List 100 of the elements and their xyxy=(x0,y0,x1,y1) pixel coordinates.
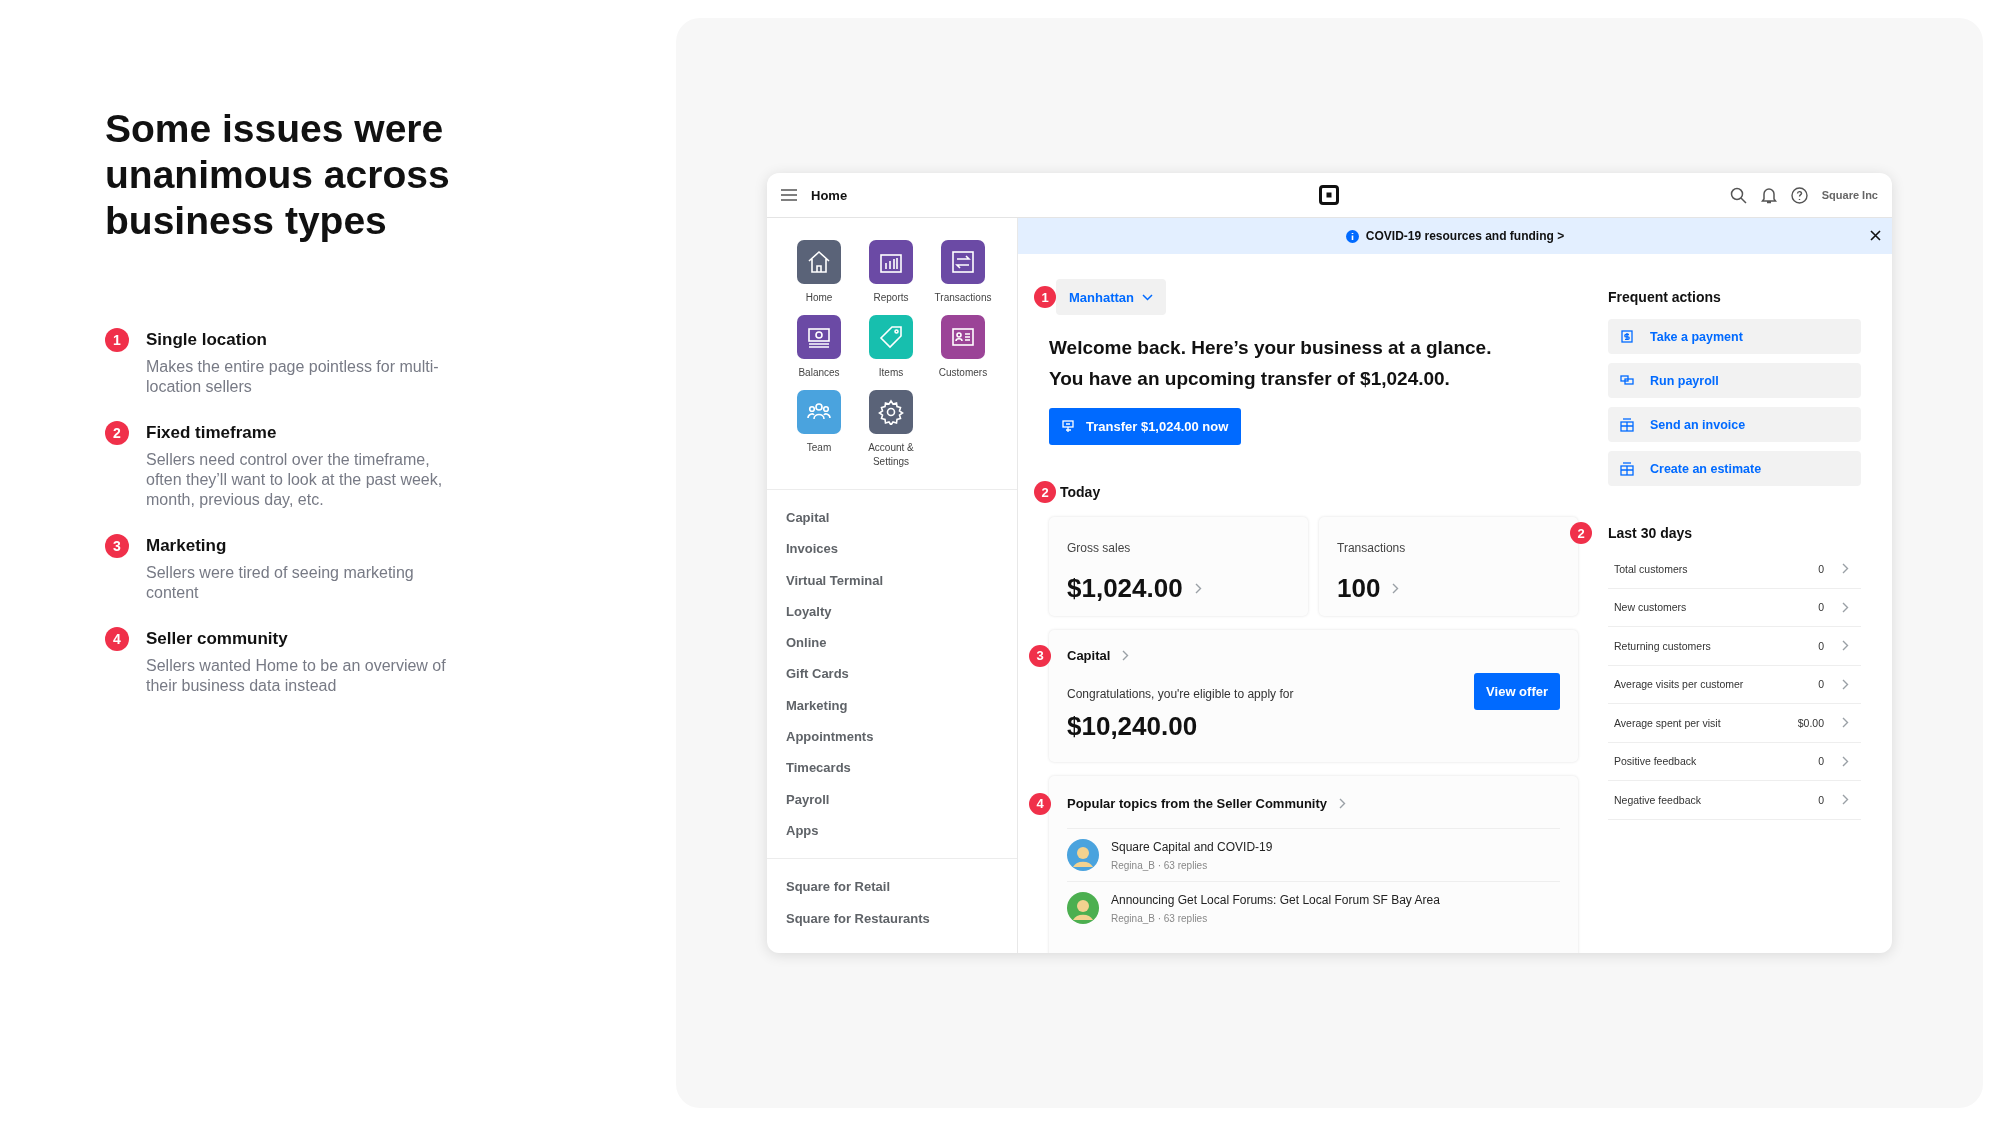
stat-value: $1,024.00 xyxy=(1067,573,1183,604)
chevron-right-icon xyxy=(1842,601,1849,613)
metric-label: Average visits per customer xyxy=(1614,678,1745,691)
nav-link[interactable]: Virtual Terminal xyxy=(786,564,884,596)
nav-link[interactable]: Timecards xyxy=(786,752,851,784)
app-label: Account & Settings xyxy=(867,441,915,469)
issue-description: Sellers need control over the timeframe, often they’ll want to look at the past week, month, previous day, etc. xyxy=(146,450,444,510)
nav-link[interactable]: Loyalty xyxy=(786,595,832,628)
app-label: Items xyxy=(877,366,905,380)
metric-value: 0 xyxy=(1818,601,1824,614)
nav-link[interactable]: Capital xyxy=(786,502,830,534)
number-marker: 2 xyxy=(1570,522,1592,544)
metric-row[interactable]: New customers 0 xyxy=(1608,588,1861,627)
chevron-right-icon xyxy=(1842,794,1849,806)
topic-meta: Regina_B · 63 replies xyxy=(1111,912,1209,924)
card-title-link[interactable]: Popular topics from the Seller Community xyxy=(1067,796,1328,811)
logo-icon[interactable] xyxy=(1319,185,1339,205)
metric-row[interactable]: Returning customers 0 xyxy=(1608,627,1861,666)
app-launcher-item[interactable]: Balances xyxy=(783,315,855,380)
metric-row[interactable]: Average visits per customer 0 xyxy=(1608,665,1861,704)
metric-value: 0 xyxy=(1818,562,1824,575)
issue-title: Marketing xyxy=(146,535,228,557)
topic-link[interactable]: Square Capital and COVID-19 xyxy=(1111,839,1273,854)
arrows-icon xyxy=(950,249,976,275)
card-title-link[interactable]: Capital xyxy=(1067,648,1111,663)
gear-icon xyxy=(878,399,904,425)
menu-icon[interactable] xyxy=(781,189,797,201)
info-icon xyxy=(1345,229,1359,243)
metric-value: $0.00 xyxy=(1797,716,1824,729)
section-heading: Last 30 days xyxy=(1608,525,1693,541)
location-dropdown[interactable]: Manhattan xyxy=(1056,279,1166,315)
nav-link[interactable]: Gift Cards xyxy=(786,658,849,690)
app-label: Team xyxy=(805,441,833,455)
offer-amount: $10,240.00 xyxy=(1067,711,1199,742)
chevron-right-icon xyxy=(1842,755,1849,767)
quick-action-button[interactable]: Take a payment xyxy=(1608,319,1861,354)
help-icon[interactable] xyxy=(1790,186,1808,204)
metric-label: New customers xyxy=(1614,601,1688,614)
search-icon[interactable] xyxy=(1729,186,1747,204)
metric-row[interactable]: Average spent per visit $0.00 xyxy=(1608,704,1861,743)
bell-icon[interactable] xyxy=(1760,186,1777,204)
metric-value: 0 xyxy=(1818,755,1824,768)
issue-title: Single location xyxy=(146,329,268,351)
metric-label: Average spent per visit xyxy=(1614,716,1722,729)
metric-row[interactable]: Negative feedback 0 xyxy=(1608,781,1861,820)
chevron-down-icon xyxy=(1142,293,1153,301)
account-name[interactable]: Square Inc xyxy=(1821,189,1878,201)
issue-title: Fixed timeframe xyxy=(146,422,278,444)
number-marker: 3 xyxy=(105,534,129,558)
app-launcher-item[interactable]: Items xyxy=(855,315,927,380)
app-launcher-item[interactable]: Reports xyxy=(855,240,927,305)
stat-label: Transactions xyxy=(1337,541,1406,555)
metric-value: 0 xyxy=(1818,793,1824,806)
metric-row[interactable]: Total customers 0 xyxy=(1608,550,1861,589)
nav-link[interactable]: Square for Retail xyxy=(786,871,891,903)
nav-link[interactable]: Apps xyxy=(786,814,819,847)
transfer-icon xyxy=(1062,420,1075,433)
app-launcher-item[interactable]: Team xyxy=(783,390,855,469)
chevron-right-icon xyxy=(1842,678,1849,690)
app-launcher-item[interactable]: Home xyxy=(783,240,855,305)
stat-card[interactable]: Gross sales $1,024.00 xyxy=(1049,517,1308,616)
metric-label: Negative feedback xyxy=(1614,793,1702,806)
number-marker: 1 xyxy=(105,328,129,352)
topic-meta: Regina_B · 63 replies xyxy=(1111,859,1209,871)
nav-link[interactable]: Invoices xyxy=(786,533,839,565)
app-label: Balances xyxy=(797,366,841,380)
metric-row[interactable]: Positive feedback 0 xyxy=(1608,742,1861,781)
tag-icon xyxy=(878,324,904,350)
banner-link[interactable]: COVID-19 resources and funding > xyxy=(1365,229,1565,243)
nav-link[interactable]: Online xyxy=(786,627,827,659)
app-launcher-item[interactable]: Account & Settings xyxy=(855,390,927,469)
quick-action-button[interactable]: Run payroll xyxy=(1608,363,1861,398)
app-launcher-item[interactable]: Customers xyxy=(927,315,999,380)
stat-card[interactable]: Transactions 100 xyxy=(1319,517,1578,616)
chevron-right-icon xyxy=(1339,798,1347,809)
welcome-text: Welcome back. Here’s your business at a glance. xyxy=(1049,336,1493,360)
topic-link[interactable]: Announcing Get Local Forums: Get Local Forum SF Bay Area xyxy=(1111,892,1440,907)
nav-link[interactable]: Payroll xyxy=(786,783,830,815)
issue-description: Sellers were tired of seeing marketing content xyxy=(146,563,415,603)
app-label: Customers xyxy=(937,366,989,380)
cards-icon xyxy=(1620,373,1634,388)
app-label: Home xyxy=(804,291,834,305)
issue-description: Sellers wanted Home to be an overview of their business data instead xyxy=(146,656,447,696)
quick-action-button[interactable]: Send an invoice xyxy=(1608,407,1861,442)
close-icon[interactable] xyxy=(1870,230,1881,241)
stat-label: Gross sales xyxy=(1067,541,1131,555)
number-marker: 2 xyxy=(105,421,129,445)
nav-link[interactable]: Marketing xyxy=(786,689,848,722)
nav-link[interactable]: Square for Restaurants xyxy=(786,902,930,934)
section-heading: Frequent actions xyxy=(1608,289,1721,305)
chevron-right-icon xyxy=(1842,640,1849,652)
nav-link[interactable]: Appointments xyxy=(786,721,874,753)
metric-label: Positive feedback xyxy=(1614,755,1698,768)
issue-title: Seller community xyxy=(146,628,289,650)
quick-action-button[interactable]: Create an estimate xyxy=(1608,451,1861,486)
metric-label: Returning customers xyxy=(1614,639,1712,652)
view-offer-button[interactable]: View offer xyxy=(1474,673,1560,710)
app-launcher-item[interactable]: Transactions xyxy=(927,240,999,305)
page-heading: Some issues were unanimous across business types xyxy=(105,106,451,244)
transfer-button[interactable]: Transfer $1,024.00 now xyxy=(1049,408,1242,445)
